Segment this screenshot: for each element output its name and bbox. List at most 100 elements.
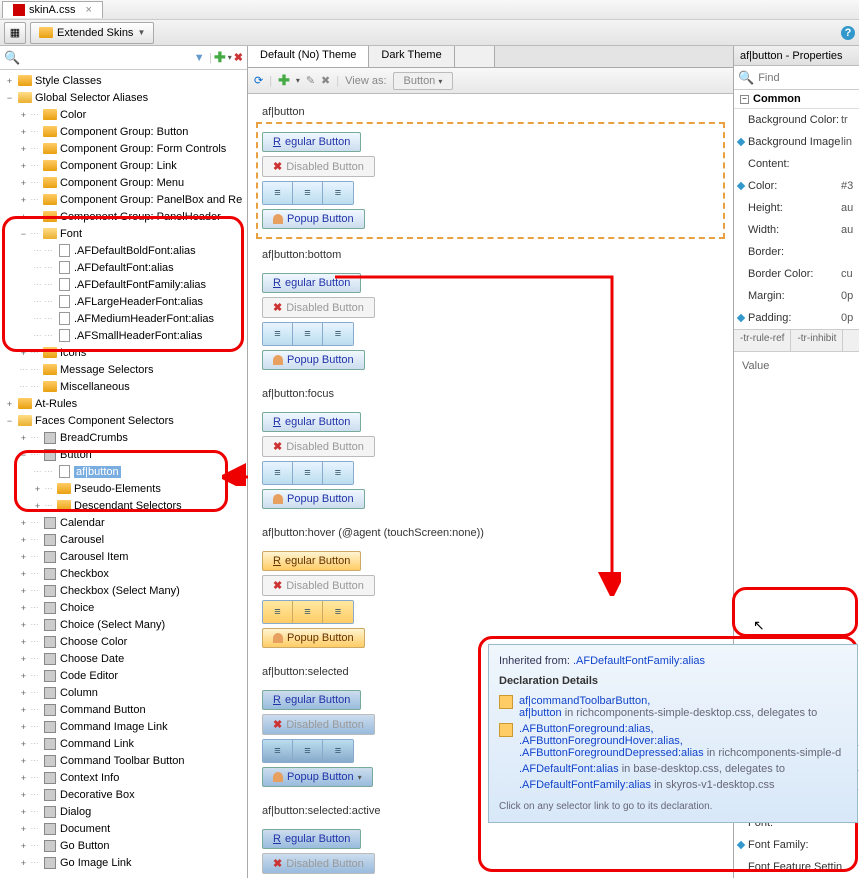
expand-icon[interactable]: +: [18, 841, 29, 851]
file-tab[interactable]: skinA.css ×: [2, 1, 103, 18]
tree-item[interactable]: +⋯Color: [0, 106, 247, 123]
tree-item[interactable]: +⋯Carousel: [0, 531, 247, 548]
align-right-button[interactable]: ≡: [323, 740, 353, 762]
property-value[interactable]: au: [841, 224, 855, 236]
selector-link[interactable]: .AFButtonForeground:alias,: [519, 723, 654, 735]
collapse-icon[interactable]: −: [740, 95, 749, 104]
tree-item[interactable]: +⋯Choose Color: [0, 633, 247, 650]
expand-icon[interactable]: +: [18, 348, 29, 358]
align-center-button[interactable]: ≡: [293, 601, 323, 623]
regular-button[interactable]: Regular Button: [262, 551, 361, 571]
align-center-button[interactable]: ≡: [293, 740, 323, 762]
tree-item[interactable]: +⋯Component Group: Button: [0, 123, 247, 140]
tree-item[interactable]: +⋯Component Group: PanelBox and Re: [0, 191, 247, 208]
expand-icon[interactable]: +: [18, 603, 29, 613]
tab-tr-rule-ref[interactable]: -tr-rule-ref: [734, 330, 791, 351]
tree-item[interactable]: +⋯Command Link: [0, 735, 247, 752]
align-center-button[interactable]: ≡: [293, 323, 323, 345]
expand-icon[interactable]: +: [18, 671, 29, 681]
popup-button[interactable]: Popup Button: [262, 350, 365, 370]
expand-icon[interactable]: +: [18, 127, 29, 137]
tree-item[interactable]: +⋯Icons: [0, 344, 247, 361]
regular-button[interactable]: Regular Button: [262, 412, 361, 432]
popup-button[interactable]: Popup Button ▾: [262, 767, 373, 787]
close-icon[interactable]: ×: [85, 4, 91, 16]
expand-icon[interactable]: −: [18, 229, 29, 239]
align-center-button[interactable]: ≡: [293, 462, 323, 484]
expand-icon[interactable]: +: [18, 739, 29, 749]
tree-item[interactable]: +⋯Checkbox (Select Many): [0, 582, 247, 599]
property-value[interactable]: #3: [841, 180, 855, 192]
expand-icon[interactable]: +: [18, 654, 29, 664]
tab-dark-theme[interactable]: Dark Theme: [369, 46, 454, 67]
tree-search-input[interactable]: [22, 50, 189, 66]
tree-item[interactable]: −Faces Component Selectors: [0, 412, 247, 429]
property-value[interactable]: cu: [841, 268, 855, 280]
tree-item[interactable]: +⋯Choice (Select Many): [0, 616, 247, 633]
tree-item[interactable]: +⋯Carousel Item: [0, 548, 247, 565]
chevron-down-icon[interactable]: ▾: [228, 53, 232, 62]
tree-item[interactable]: +⋯Component Group: Menu: [0, 174, 247, 191]
property-row[interactable]: Border:: [734, 241, 859, 263]
expand-icon[interactable]: +: [18, 433, 29, 443]
expand-icon[interactable]: +: [18, 518, 29, 528]
align-center-button[interactable]: ≡: [293, 182, 323, 204]
property-row[interactable]: Font Feature Settin: [734, 856, 859, 878]
tree-item[interactable]: ⋯⋯.AFDefaultFont:alias: [0, 259, 247, 276]
expand-icon[interactable]: +: [18, 144, 29, 154]
tree-item[interactable]: ⋯⋯.AFDefaultBoldFont:alias: [0, 242, 247, 259]
tree-item[interactable]: ⋯⋯Message Selectors: [0, 361, 247, 378]
tree-item[interactable]: ⋯⋯.AFDefaultFontFamily:alias: [0, 276, 247, 293]
property-row[interactable]: Width:au: [734, 219, 859, 241]
tree-item[interactable]: +⋯Choice: [0, 599, 247, 616]
align-left-button[interactable]: ≡: [263, 462, 293, 484]
selector-tree[interactable]: +Style Classes−Global Selector Aliases+⋯…: [0, 70, 247, 878]
expand-icon[interactable]: +: [18, 637, 29, 647]
tree-item[interactable]: +⋯Descendant Selectors: [0, 497, 247, 514]
align-left-button[interactable]: ≡: [263, 601, 293, 623]
selector-link[interactable]: af|commandToolbarButton,: [519, 695, 650, 707]
tree-item[interactable]: +⋯Decorative Box: [0, 786, 247, 803]
tree-item[interactable]: +⋯Document: [0, 820, 247, 837]
expand-icon[interactable]: +: [18, 569, 29, 579]
tree-item[interactable]: ⋯⋯af|button: [0, 463, 247, 480]
tree-item[interactable]: +⋯BreadCrumbs: [0, 429, 247, 446]
tree-item[interactable]: ⋯⋯.AFSmallHeaderFont:alias: [0, 327, 247, 344]
tree-item[interactable]: +⋯Command Toolbar Button: [0, 752, 247, 769]
tree-item[interactable]: −Global Selector Aliases: [0, 89, 247, 106]
property-value[interactable]: 0p: [841, 290, 855, 302]
popup-button[interactable]: Popup Button: [262, 209, 365, 229]
property-row[interactable]: Background Image:lin: [734, 131, 859, 153]
properties-find-input[interactable]: [758, 72, 828, 84]
property-row[interactable]: Height:au: [734, 197, 859, 219]
expand-icon[interactable]: +: [18, 705, 29, 715]
inherited-link[interactable]: .AFDefaultFontFamily:alias: [573, 655, 705, 667]
tree-item[interactable]: +⋯Command Image Link: [0, 718, 247, 735]
expand-icon[interactable]: −: [4, 416, 15, 426]
align-left-button[interactable]: ≡: [263, 182, 293, 204]
expand-icon[interactable]: +: [18, 790, 29, 800]
property-row[interactable]: Color:#3: [734, 175, 859, 197]
refresh-icon[interactable]: ⟳: [254, 74, 263, 87]
expand-icon[interactable]: +: [18, 195, 29, 205]
expand-icon[interactable]: +: [18, 535, 29, 545]
expand-icon[interactable]: +: [18, 807, 29, 817]
tree-item[interactable]: +At-Rules: [0, 395, 247, 412]
expand-icon[interactable]: +: [18, 824, 29, 834]
popup-button[interactable]: Popup Button: [262, 628, 365, 648]
add-icon[interactable]: ✚: [278, 72, 290, 89]
selector-link[interactable]: .AFDefaultFontFamily:alias: [519, 779, 651, 791]
align-right-button[interactable]: ≡: [323, 323, 353, 345]
expand-icon[interactable]: +: [4, 399, 15, 409]
tab-blank[interactable]: [455, 46, 495, 67]
tree-item[interactable]: +⋯Dialog: [0, 803, 247, 820]
tree-item[interactable]: +⋯Context Info: [0, 769, 247, 786]
expand-icon[interactable]: +: [18, 110, 29, 120]
extended-skins-dropdown[interactable]: Extended Skins ▼: [30, 22, 154, 44]
tree-item[interactable]: +⋯Pseudo-Elements: [0, 480, 247, 497]
expand-icon[interactable]: +: [18, 688, 29, 698]
tree-item[interactable]: ⋯⋯Miscellaneous: [0, 378, 247, 395]
popup-button[interactable]: Popup Button: [262, 489, 365, 509]
expand-icon[interactable]: +: [18, 773, 29, 783]
expand-icon[interactable]: +: [32, 484, 43, 494]
